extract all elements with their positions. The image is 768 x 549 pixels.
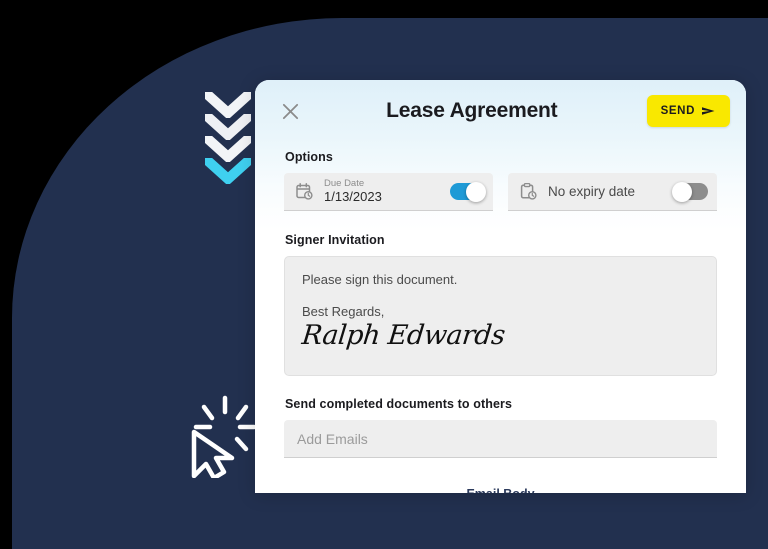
toggle-knob bbox=[672, 181, 692, 202]
chevron-down-icon-4 bbox=[205, 158, 251, 184]
due-date-text: Due Date 1/13/2023 bbox=[324, 177, 450, 205]
screenshot-stage: Lease Agreement SEND Options Due Date 1/… bbox=[0, 0, 768, 549]
invitation-line-2: Best Regards, bbox=[302, 303, 385, 319]
dialog-body: Options Due Date 1/13/2023 No expiry dat… bbox=[255, 150, 746, 458]
dialog-title: Lease Agreement bbox=[386, 99, 558, 122]
clipboard-clock-icon bbox=[519, 182, 538, 201]
due-date-field[interactable]: Due Date 1/13/2023 bbox=[284, 173, 493, 211]
send-completed-label: Send completed documents to others bbox=[285, 397, 513, 411]
no-expiry-field[interactable]: No expiry date bbox=[508, 173, 717, 211]
signer-invitation-textarea[interactable]: Please sign this document. Best Regards,… bbox=[284, 256, 717, 376]
invitation-line-1: Please sign this document. bbox=[302, 272, 458, 287]
lease-agreement-dialog: Lease Agreement SEND Options Due Date 1/… bbox=[255, 80, 746, 493]
click-cursor-icon bbox=[178, 392, 262, 478]
toggle-knob bbox=[466, 181, 486, 202]
no-expiry-text: No expiry date bbox=[548, 184, 674, 199]
chevron-stack bbox=[205, 92, 255, 184]
add-emails-placeholder: Add Emails bbox=[297, 430, 368, 447]
calendar-clock-icon bbox=[295, 182, 314, 201]
add-emails-field[interactable]: Add Emails bbox=[284, 420, 717, 458]
due-date-value: 1/13/2023 bbox=[324, 188, 382, 204]
paper-plane-icon bbox=[702, 107, 715, 115]
options-row: Due Date 1/13/2023 No expiry date bbox=[284, 173, 717, 211]
due-date-caption: Due Date bbox=[324, 177, 365, 189]
options-section-label: Options bbox=[285, 150, 333, 164]
no-expiry-toggle[interactable] bbox=[672, 181, 708, 202]
no-expiry-label: No expiry date bbox=[548, 184, 636, 199]
signature-text: Ralph Edwards bbox=[300, 320, 507, 352]
dialog-header: Lease Agreement SEND bbox=[255, 80, 746, 142]
send-button-label: SEND bbox=[660, 105, 695, 117]
due-date-toggle[interactable] bbox=[450, 181, 486, 202]
signer-invitation-label: Signer Invitation bbox=[285, 233, 385, 247]
email-body-section-label: Email Body bbox=[255, 487, 746, 493]
send-button[interactable]: SEND bbox=[646, 95, 730, 127]
